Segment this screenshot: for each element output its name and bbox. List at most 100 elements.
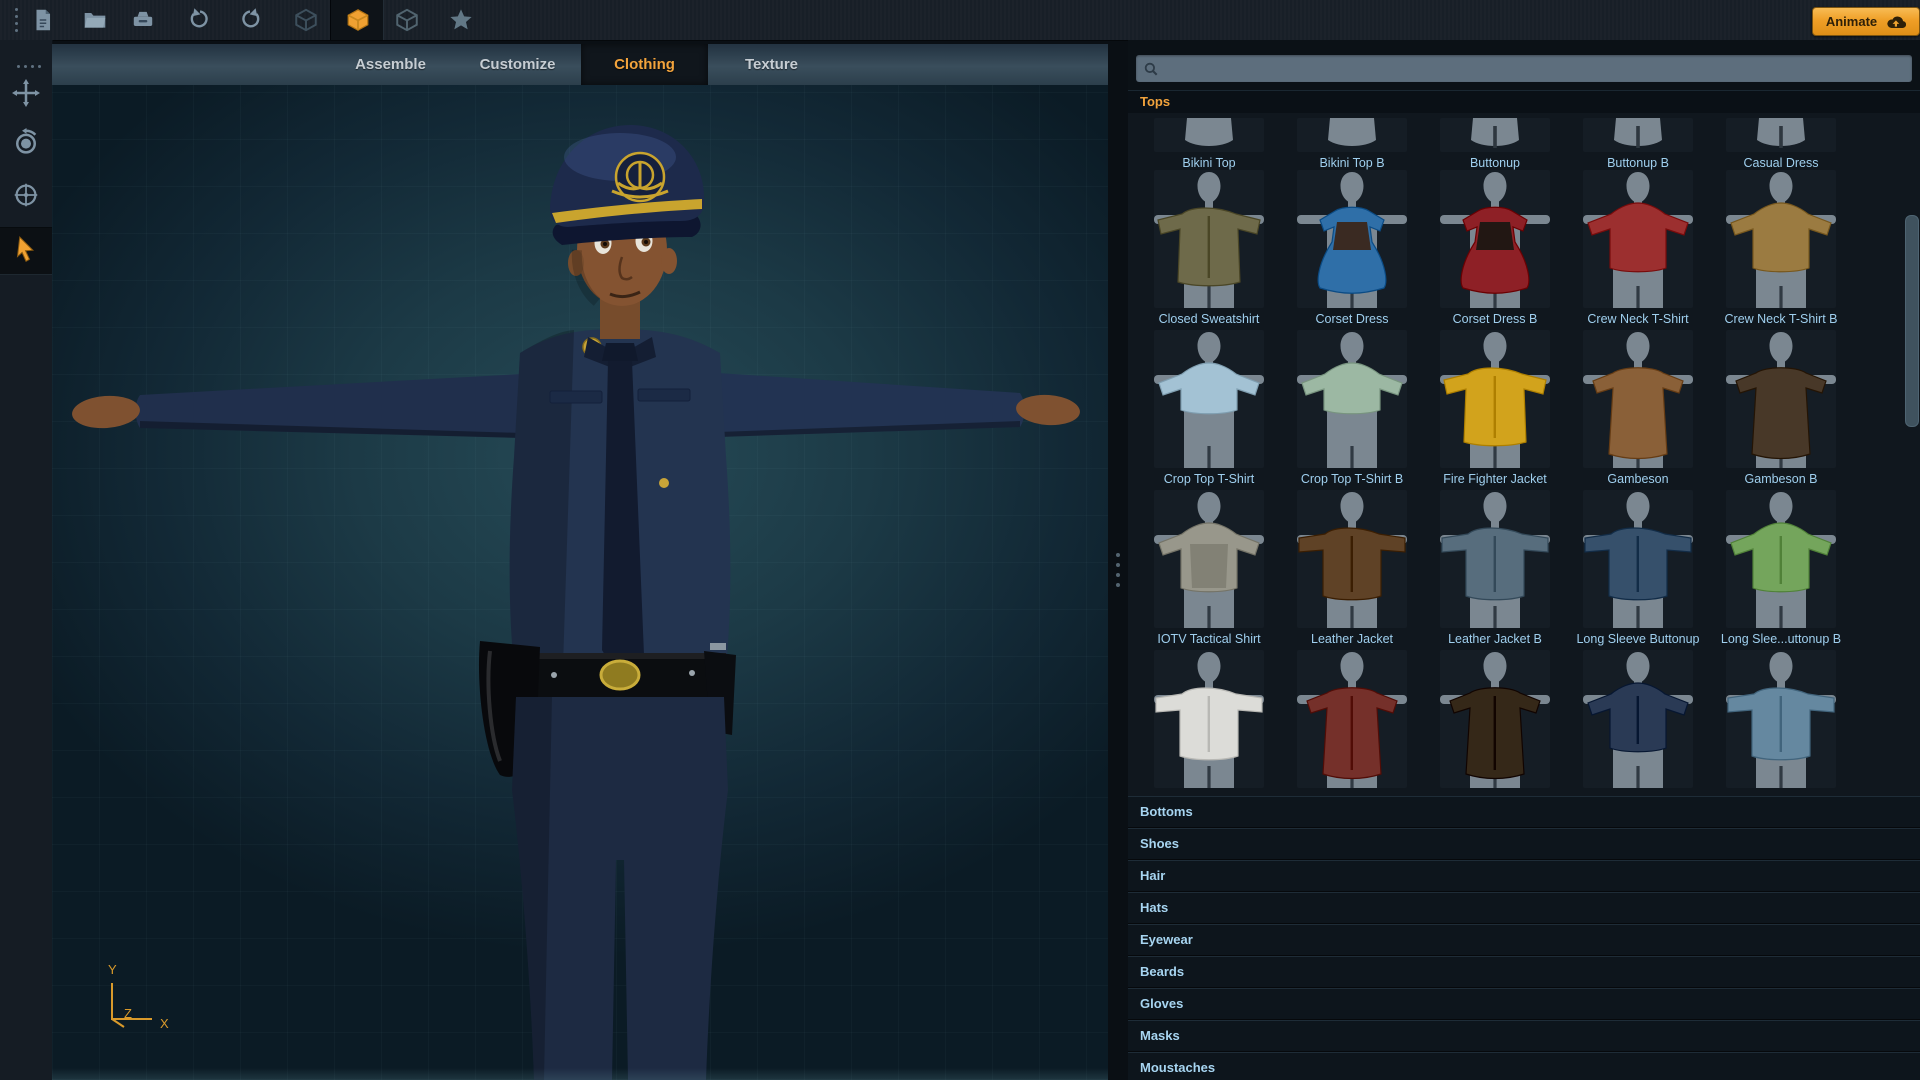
cloud-upload-icon (1884, 11, 1906, 33)
clothing-item[interactable] (1583, 118, 1693, 152)
undo-button[interactable] (184, 4, 216, 36)
new-document-button[interactable] (27, 4, 59, 36)
undo-icon (187, 7, 213, 33)
tab-customize[interactable]: Customize (454, 44, 581, 85)
tab-clothing[interactable]: Clothing (581, 44, 708, 85)
viewport-3d[interactable]: Y Z X (52, 85, 1108, 1080)
animate-button[interactable]: Animate (1812, 7, 1920, 36)
clothing-item-label: Gambeson (1566, 472, 1710, 486)
clothing-item-label: Buttonup B (1566, 156, 1710, 170)
rotate-icon (11, 128, 41, 158)
save-icon (130, 7, 156, 33)
clothing-item-label: Leather Jacket B (1423, 632, 1567, 646)
left-toolbar (0, 40, 53, 1080)
target-icon (11, 180, 41, 210)
category-beards[interactable]: Beards (1128, 956, 1920, 988)
cube-outline-icon (293, 7, 319, 33)
top-toolbar: Animate (0, 0, 1920, 41)
axis-z-label: Z (124, 1006, 132, 1021)
library-mode-button[interactable] (391, 4, 423, 36)
category-list: BottomsShoesHairHatsEyewearBeardsGlovesM… (1128, 796, 1920, 1080)
clothing-item[interactable] (1440, 118, 1550, 152)
clothing-item[interactable] (1154, 170, 1264, 308)
clothing-item[interactable] (1726, 118, 1836, 152)
clothing-item-label: Gambeson B (1709, 472, 1853, 486)
tab-assemble[interactable]: Assemble (327, 44, 454, 85)
search-input[interactable] (1165, 54, 1912, 83)
character-model (52, 85, 1108, 1080)
clothing-item[interactable] (1440, 490, 1550, 628)
move-icon (11, 78, 41, 108)
favorites-button[interactable] (445, 4, 477, 36)
clothing-item-label: Crop Top T-Shirt (1137, 472, 1281, 486)
clothing-item[interactable] (1583, 170, 1693, 308)
axis-x-label: X (160, 1016, 169, 1031)
clothing-item[interactable] (1726, 330, 1836, 468)
clothing-item[interactable] (1154, 330, 1264, 468)
category-gloves[interactable]: Gloves (1128, 988, 1920, 1020)
clothing-item[interactable] (1297, 170, 1407, 308)
clothing-item-label: Crew Neck T-Shirt (1566, 312, 1710, 326)
clothing-item[interactable] (1297, 330, 1407, 468)
clothing-item[interactable] (1726, 170, 1836, 308)
clothing-item[interactable] (1583, 330, 1693, 468)
clothing-item-label: Leather Jacket (1280, 632, 1424, 646)
panel-scrollbar-thumb[interactable] (1905, 215, 1919, 427)
clothing-grid: Bikini TopBikini Top BButtonupButtonup B… (1128, 113, 1920, 796)
animate-label: Animate (1826, 14, 1877, 29)
clothing-item[interactable] (1297, 490, 1407, 628)
category-hats[interactable]: Hats (1128, 892, 1920, 924)
clothing-item-label: Closed Sweatshirt (1137, 312, 1281, 326)
character-mode-button-active[interactable] (342, 4, 374, 36)
clothing-item-label: Long Slee...uttonup B (1709, 632, 1853, 646)
clothing-item[interactable] (1440, 330, 1550, 468)
clothing-item[interactable] (1297, 118, 1407, 152)
mode-tabbar: Assemble Customize Clothing Texture (52, 44, 1108, 86)
clothing-item-label: IOTV Tactical Shirt (1137, 632, 1281, 646)
clothing-item-label: Corset Dress (1280, 312, 1424, 326)
open-file-button[interactable] (79, 4, 111, 36)
select-tool-button[interactable] (10, 233, 42, 265)
clothing-item-label: Casual Dress (1709, 156, 1853, 170)
category-masks[interactable]: Masks (1128, 1020, 1920, 1052)
move-tool-button[interactable] (10, 77, 42, 109)
clothing-panel: Tops Bikini TopBikini Top BButtonupButto… (1128, 40, 1920, 1080)
category-moustaches[interactable]: Moustaches (1128, 1052, 1920, 1080)
tops-label: Tops (1128, 91, 1920, 113)
search-box[interactable] (1136, 55, 1912, 82)
assemble-mode-button[interactable] (290, 4, 322, 36)
redo-button[interactable] (234, 4, 266, 36)
clothing-item[interactable] (1297, 650, 1407, 788)
category-eyewear[interactable]: Eyewear (1128, 924, 1920, 956)
clothing-item[interactable] (1154, 118, 1264, 152)
clothing-item-label: Long Sleeve Buttonup (1566, 632, 1710, 646)
folder-icon (82, 7, 108, 33)
category-shoes[interactable]: Shoes (1128, 828, 1920, 860)
clothing-item[interactable] (1583, 650, 1693, 788)
cube-filled-icon (345, 7, 371, 33)
clothing-item-label: Bikini Top (1137, 156, 1281, 170)
save-button[interactable] (127, 4, 159, 36)
clothing-item[interactable] (1440, 170, 1550, 308)
clothing-item[interactable] (1726, 650, 1836, 788)
clothing-item[interactable] (1726, 490, 1836, 628)
clothing-item[interactable] (1154, 650, 1264, 788)
document-icon (30, 7, 56, 33)
clothing-item-label: Crop Top T-Shirt B (1280, 472, 1424, 486)
rotate-tool-button[interactable] (10, 127, 42, 159)
category-bottoms[interactable]: Bottoms (1128, 796, 1920, 828)
cursor-icon (11, 234, 41, 264)
panel-resize-handle[interactable] (1113, 553, 1123, 597)
section-header-tops[interactable]: Tops (1128, 90, 1920, 115)
clothing-item[interactable] (1440, 650, 1550, 788)
clothing-item[interactable] (1583, 490, 1693, 628)
axis-gizmo: Y Z X (90, 961, 174, 1033)
tab-texture[interactable]: Texture (708, 44, 835, 85)
clothing-item-label: Crew Neck T-Shirt B (1709, 312, 1853, 326)
target-tool-button[interactable] (10, 179, 42, 211)
category-hair[interactable]: Hair (1128, 860, 1920, 892)
clothing-item[interactable] (1154, 490, 1264, 628)
clothing-item-label: Bikini Top B (1280, 156, 1424, 170)
search-icon (1142, 60, 1160, 78)
clothing-item-label: Buttonup (1423, 156, 1567, 170)
